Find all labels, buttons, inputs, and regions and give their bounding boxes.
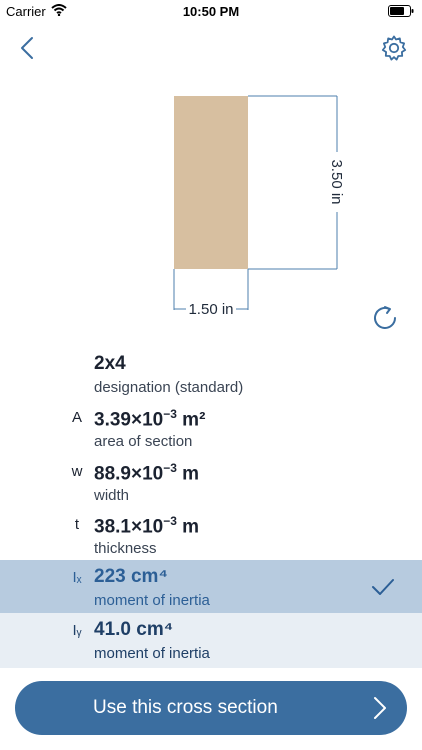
property-value: 2x4	[94, 353, 126, 374]
chevron-right-icon	[374, 697, 386, 719]
property-value: 3.39×10−3 m²	[94, 407, 206, 431]
property-label: moment of inertia	[94, 592, 210, 609]
width-dimension-label: 1.50 in	[188, 301, 233, 318]
checkmark-icon	[372, 579, 394, 595]
property-value: 38.1×10−3 m	[94, 514, 200, 538]
rotate-button[interactable]	[370, 303, 400, 333]
property-label: width	[94, 487, 130, 504]
property-row-area[interactable]: A 3.39×10−3 m² area of section	[0, 401, 422, 454]
property-symbol: Iₓ	[72, 569, 82, 586]
property-label: moment of inertia	[94, 645, 210, 662]
height-dimension-label: 3.50 in	[328, 159, 345, 204]
property-symbol: w	[71, 463, 83, 480]
property-value: 41.0 cm⁴	[94, 619, 174, 640]
use-cross-section-button[interactable]: Use this cross section	[15, 681, 407, 735]
property-symbol: t	[74, 516, 80, 533]
property-label: area of section	[94, 433, 193, 450]
property-row-designation[interactable]: 2x4 designation (standard)	[0, 347, 422, 400]
property-value: 88.9×10−3 m	[94, 461, 200, 485]
property-label: thickness	[94, 540, 157, 557]
property-row-thickness[interactable]: t 38.1×10−3 m thickness	[0, 508, 422, 561]
cross-section-diagram: 3.50 in 1.50 in	[173, 95, 345, 318]
property-symbol: A	[71, 409, 82, 426]
property-row-ix[interactable]: Iₓ 223 cm⁴ moment of inertia	[0, 560, 422, 613]
property-value: 223 cm⁴	[94, 566, 168, 587]
use-cross-section-label: Use this cross section	[93, 697, 278, 718]
property-symbol: Iᵧ	[72, 622, 82, 639]
property-row-width[interactable]: w 88.9×10−3 m width	[0, 455, 422, 508]
property-row-iy[interactable]: Iᵧ 41.0 cm⁴ moment of inertia	[0, 613, 422, 668]
rotate-icon	[374, 306, 396, 329]
property-label: designation (standard)	[94, 379, 244, 396]
cross-section-shape	[174, 96, 248, 269]
